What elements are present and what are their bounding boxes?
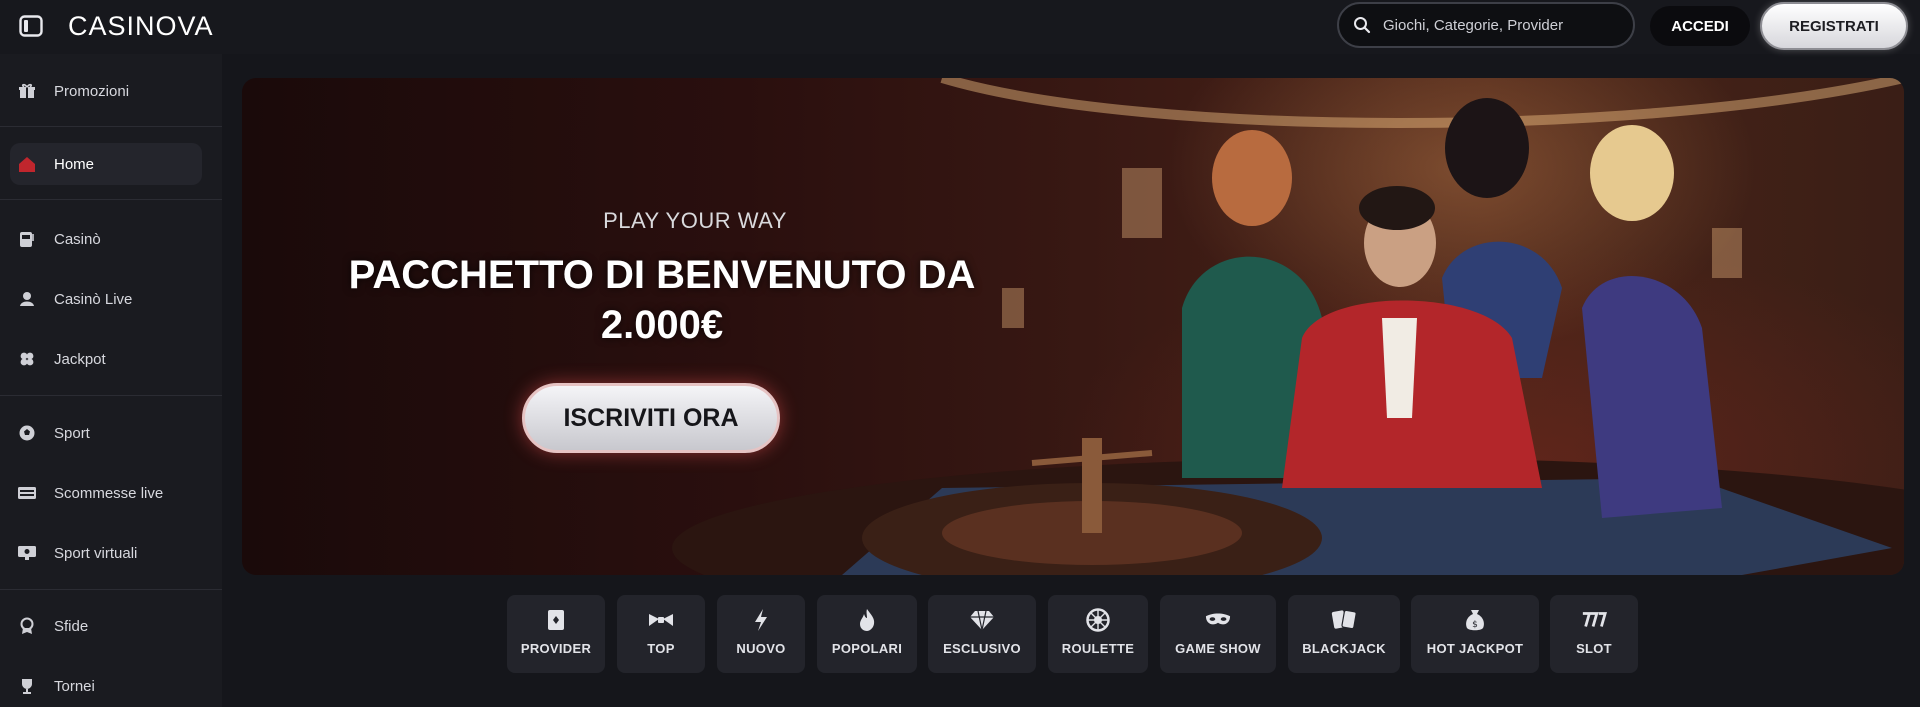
sidebar-item-promozioni[interactable]: Promozioni	[10, 70, 202, 112]
roulette-icon	[1085, 607, 1111, 633]
scoreboard-icon	[16, 482, 38, 504]
sidebar-item-sport-virtuali[interactable]: Sport virtuali	[10, 532, 202, 574]
clover-icon	[16, 348, 38, 370]
live-dealer-icon	[16, 288, 38, 310]
provider-icon	[543, 607, 569, 633]
slot-machine-icon	[16, 228, 38, 250]
virtual-sport-icon	[16, 542, 38, 564]
sidebar-item-label: Promozioni	[54, 82, 130, 100]
hero-title: PACCHETTO DI BENVENUTO DA 2.000€	[272, 250, 1052, 350]
flame-icon	[854, 607, 880, 633]
category-label: POPOLARI	[831, 641, 903, 656]
sidebar-item-casino-live[interactable]: Casinò Live	[10, 278, 202, 320]
trophy-icon	[16, 675, 38, 697]
lightning-icon	[748, 607, 774, 633]
category-esclusivo[interactable]: ESCLUSIVO	[928, 595, 1036, 673]
register-button[interactable]: REGISTRATI	[1760, 2, 1908, 50]
sidebar-item-label: Sport	[54, 424, 90, 442]
category-hot-jackpot[interactable]: $ HOT JACKPOT	[1411, 595, 1539, 673]
category-popolari[interactable]: POPOLARI	[817, 595, 917, 673]
brand-logo[interactable]: CASINOVA	[68, 11, 214, 41]
gift-icon	[16, 80, 38, 102]
mask-icon	[1205, 607, 1231, 633]
sidebar-divider	[0, 395, 222, 396]
category-slot[interactable]: SLOT	[1550, 595, 1638, 673]
category-label: NUOVO	[736, 641, 786, 656]
search-box[interactable]	[1337, 2, 1635, 48]
category-top[interactable]: TOP	[617, 595, 705, 673]
sidebar-item-label: Sport virtuali	[54, 544, 138, 562]
hero-title-line1: PACCHETTO DI BENVENUTO DA	[348, 253, 976, 297]
search-input[interactable]	[1381, 15, 1625, 35]
sidebar-item-casino[interactable]: Casinò	[10, 218, 202, 260]
sidebar-item-label: Home	[54, 155, 95, 173]
category-label: SLOT	[1576, 641, 1612, 656]
sidebar-item-sport[interactable]: Sport	[10, 412, 202, 454]
cards-icon	[1331, 607, 1357, 633]
category-blackjack[interactable]: BLACKJACK	[1288, 595, 1400, 673]
category-label: HOT JACKPOT	[1426, 641, 1524, 656]
category-label: PROVIDER	[520, 641, 592, 656]
category-label: TOP	[647, 641, 675, 656]
sidebar-item-label: Casinò	[54, 230, 101, 248]
soccer-ball-icon	[16, 422, 38, 444]
category-game-show[interactable]: GAME SHOW	[1160, 595, 1276, 673]
sidebar-toggle-icon[interactable]	[18, 14, 44, 38]
seven-icon	[1581, 607, 1607, 633]
svg-text:$: $	[1472, 620, 1478, 630]
money-bag-icon: $	[1462, 607, 1488, 633]
signup-now-button[interactable]: ISCRIVITI ORA	[522, 383, 780, 453]
top-bar: CASINOVA ACCEDI REGISTRATI	[0, 0, 1920, 54]
hero-subtitle: PLAY YOUR WAY	[603, 208, 787, 233]
sidebar-item-label: Scommesse live	[54, 484, 164, 502]
sidebar-divider	[0, 589, 222, 590]
sidebar-item-label: Jackpot	[54, 350, 106, 368]
hero-banner[interactable]: PLAY YOUR WAY PACCHETTO DI BENVENUTO DA …	[242, 78, 1904, 575]
category-label: GAME SHOW	[1175, 641, 1261, 656]
diamond-icon	[969, 607, 995, 633]
sidebar-item-scommesse-live[interactable]: Scommesse live	[10, 472, 202, 514]
category-provider[interactable]: PROVIDER	[507, 595, 605, 673]
sidebar-item-home[interactable]: Home	[10, 143, 202, 185]
sidebar-item-jackpot[interactable]: Jackpot	[10, 338, 202, 380]
category-nuovo[interactable]: NUOVO	[717, 595, 805, 673]
category-label: ROULETTE	[1061, 641, 1135, 656]
category-label: ESCLUSIVO	[943, 641, 1021, 656]
login-button[interactable]: ACCEDI	[1650, 6, 1750, 46]
sidebar-item-label: Tornei	[54, 677, 95, 695]
category-label: BLACKJACK	[1302, 641, 1386, 656]
home-icon	[16, 153, 38, 175]
sidebar-divider	[0, 126, 222, 127]
sidebar-item-label: Casinò Live	[54, 290, 133, 308]
category-roulette[interactable]: ROULETTE	[1048, 595, 1148, 673]
bowtie-icon	[648, 607, 674, 633]
search-icon	[1353, 14, 1375, 36]
category-bar: PROVIDER TOP NUOVO POPOLARI ESCLUSIVO RO…	[0, 595, 1920, 673]
hero-title-amount: 2.000€	[600, 303, 724, 347]
sidebar-divider	[0, 199, 222, 200]
